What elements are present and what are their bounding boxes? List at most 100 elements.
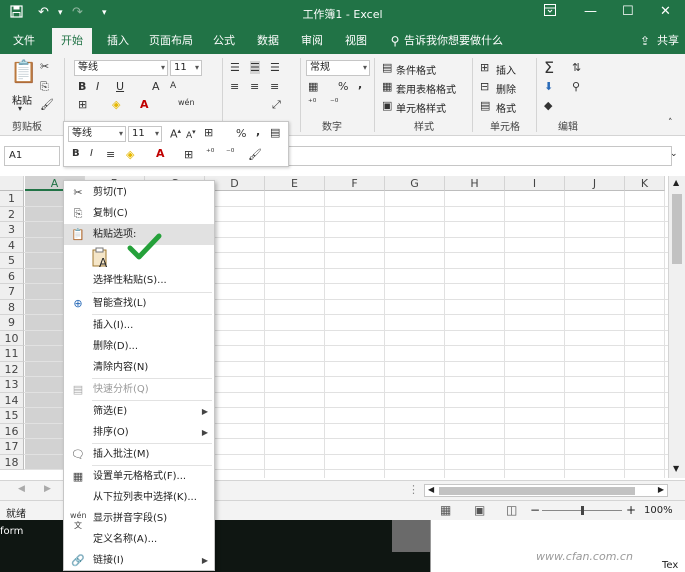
tab-file[interactable]: 文件 [6,28,42,54]
align-center-icon[interactable]: ≡ [250,80,259,93]
row-header-12[interactable]: 12 [0,361,24,377]
zoom-level[interactable]: 100% [644,505,673,516]
zoom-in-icon[interactable]: + [626,503,636,517]
cell-styles-button[interactable]: 单元格样式 [396,100,446,115]
insert-cells-icon[interactable]: ⊞ [480,61,489,74]
scroll-down-icon[interactable]: ▼ [673,464,679,473]
row-header-17[interactable]: 17 [0,439,24,455]
tab-home[interactable]: 开始 [52,28,92,54]
maximize-icon[interactable]: ☐ [622,4,634,19]
row-header-2[interactable]: 2 [0,206,24,222]
align-top-icon[interactable]: ☰ [230,61,240,74]
page-break-view-icon[interactable]: ◫ [506,503,517,517]
font-size-combo[interactable]: 11 ▾ [170,60,202,76]
row-header-18[interactable]: 18 [0,454,24,470]
mini-grow-font-icon[interactable]: A▴ [170,127,181,141]
row-header-7[interactable]: 7 [0,284,24,300]
menu-item-cut[interactable]: ✂ 剪切(T) [64,182,214,203]
column-header-h[interactable]: H [445,176,505,191]
paste-option-button[interactable]: A [90,247,112,270]
comma-button[interactable]: , [358,78,362,91]
menu-item-link[interactable]: 🔗 链接(I) ▶ [64,550,214,571]
shrink-font-button[interactable]: A [170,81,176,91]
horizontal-scroll-thumb[interactable] [439,487,635,495]
select-all-corner[interactable] [0,176,24,191]
scroll-right-icon[interactable]: ▶ [658,485,664,494]
sheet-next-icon[interactable]: ▶ [44,484,51,494]
font-name-combo[interactable]: 等线 ▾ [74,60,168,76]
format-as-table-button[interactable]: 套用表格格式 [396,81,456,96]
orientation-icon[interactable]: ⤢ [272,98,281,112]
menu-item-copy[interactable]: ⎘ 复制(C) [64,203,214,224]
column-header-g[interactable]: G [385,176,445,191]
expand-formula-bar-icon[interactable]: ⌄ [670,149,678,159]
scroll-left-icon[interactable]: ◀ [428,485,434,494]
percent-button[interactable]: % [338,80,348,93]
mini-merge-icon[interactable]: ▤ [270,126,280,139]
menu-item-format-cells[interactable]: ▦ 设置单元格格式(F)... [64,466,214,487]
row-header-9[interactable]: 9 [0,315,24,331]
number-format-combo[interactable]: 常规 ▾ [306,60,370,76]
fill-color-icon[interactable]: ◈ [112,98,120,111]
row-header-14[interactable]: 14 [0,392,24,408]
column-header-f[interactable]: F [325,176,385,191]
conditional-format-button[interactable]: 条件格式 [396,62,436,77]
format-button[interactable]: 格式 [496,100,516,115]
name-box[interactable]: A1 [4,146,60,166]
tab-insert[interactable]: 插入 [100,28,136,54]
row-header-3[interactable]: 3 [0,222,24,238]
mini-format-painter-icon[interactable]: 🖌 [248,148,262,161]
menu-item-filter[interactable]: 筛选(E) ▶ [64,401,214,422]
menu-item-insert-comment[interactable]: 🗨 插入批注(M) [64,444,214,465]
mini-align-center-icon[interactable]: ≡ [106,148,115,161]
page-layout-view-icon[interactable]: ▣ [474,503,485,517]
ribbon-display-options-icon[interactable] [544,4,556,20]
row-header-10[interactable]: 10 [0,330,24,346]
column-header-j[interactable]: J [565,176,625,191]
font-color-icon[interactable]: A [140,98,149,111]
tab-page-layout[interactable]: 页面布局 [144,28,198,54]
tab-split-icon[interactable]: ⋮ [408,483,419,496]
accounting-format-icon[interactable]: ▦ [308,80,318,93]
fill-icon[interactable]: ⬇ [544,80,553,93]
share-icon[interactable]: ⇪ [638,28,652,54]
sort-filter-icon[interactable]: ⇅ [572,61,581,74]
mini-fill-color-icon[interactable]: ◈ [126,148,134,161]
zoom-slider[interactable] [542,506,622,515]
menu-item-clear-contents[interactable]: 清除内容(N) [64,357,214,378]
scroll-up-icon[interactable]: ▲ [673,178,679,187]
mini-font-size-combo[interactable]: 11 ▾ [128,126,162,142]
menu-item-smart-lookup[interactable]: ⊕ 智能查找(L) [64,293,214,314]
mini-decrease-decimal-icon[interactable]: ⁻⁰ [226,148,234,158]
row-header-6[interactable]: 6 [0,268,24,284]
minimize-icon[interactable]: — [584,4,597,19]
horizontal-scrollbar[interactable]: ◀ ▶ [424,484,668,497]
delete-cells-button[interactable]: 删除 [496,81,516,96]
menu-item-delete[interactable]: 删除(D)... [64,336,214,357]
menu-item-paste-special[interactable]: 选择性粘贴(S)... [64,270,214,291]
cut-icon[interactable]: ✂ [40,60,49,73]
row-header-11[interactable]: 11 [0,346,24,362]
mini-bold-button[interactable]: B [72,148,80,159]
underline-button[interactable]: U [116,80,124,93]
menu-item-sort[interactable]: 排序(O) ▶ [64,422,214,443]
tab-view[interactable]: 视图 [338,28,374,54]
align-left-icon[interactable]: ≡ [230,80,239,93]
paste-icon[interactable]: 📋 [10,60,37,85]
menu-item-insert[interactable]: 插入(I)... [64,315,214,336]
zoom-slider-thumb[interactable] [581,506,584,515]
increase-decimal-icon[interactable]: ⁺⁰ [308,98,316,108]
menu-item-define-name[interactable]: 定义名称(A)... [64,529,214,550]
vertical-scroll-thumb[interactable] [672,194,682,264]
mini-shrink-font-icon[interactable]: A▾ [186,128,196,141]
row-header-5[interactable]: 5 [0,253,24,269]
column-header-k[interactable]: K [625,176,665,191]
grow-font-button[interactable]: A [152,80,160,93]
tab-review[interactable]: 审阅 [294,28,330,54]
clear-icon[interactable]: ◆ [544,99,552,112]
copy-icon[interactable]: ⎘ [40,80,49,94]
format-cells-icon[interactable]: ▤ [480,99,490,112]
align-middle-icon[interactable]: ☰ [250,61,260,74]
find-select-icon[interactable]: ⚲ [572,80,580,93]
vertical-scrollbar[interactable]: ▲ ▼ [668,176,685,478]
